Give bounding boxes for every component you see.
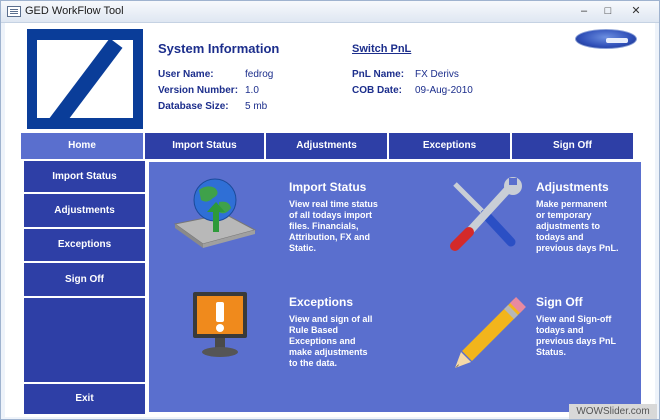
logo-inner [37, 40, 133, 118]
title-bar[interactable]: GED WorkFlow Tool – □ ✕ [1, 1, 659, 23]
maximize-button[interactable]: □ [597, 3, 619, 20]
db-size-label: Database Size: [158, 101, 229, 112]
desc-line: Rule Based [289, 325, 339, 335]
desc-line: adjustments to [536, 221, 601, 231]
desc-line: previous days PnL [536, 336, 617, 346]
desc-line: Attribution, FX and [289, 232, 370, 242]
ged-badge-logo [575, 29, 637, 49]
desc-line: files. Financials, [289, 221, 359, 231]
desc-line: View real time status [289, 199, 378, 209]
version-label: Version Number: [158, 85, 239, 96]
sign-off-title[interactable]: Sign Off [536, 295, 583, 309]
desc-line: todays and [536, 325, 584, 335]
desc-line: or temporary [536, 210, 592, 220]
tab-sign-off[interactable]: Sign Off [512, 133, 633, 159]
company-logo [27, 29, 143, 129]
pencil-icon[interactable] [449, 294, 531, 372]
system-info-header: System Information Switch PnL User Name:… [21, 27, 641, 133]
adjustments-desc: Make permanent or temporary adjustments … [536, 199, 636, 254]
form-icon [7, 6, 21, 17]
desc-line: Exceptions and [289, 336, 356, 346]
pnl-name-value: FX Derivs [415, 69, 459, 80]
desc-line: View and sign of all [289, 314, 373, 324]
desc-line: View and Sign-off [536, 314, 612, 324]
desc-line: Static. [289, 243, 317, 253]
app-window: GED WorkFlow Tool – □ ✕ System Informati… [0, 0, 660, 420]
minimize-button[interactable]: – [573, 3, 595, 20]
desc-line: of all todays import [289, 210, 373, 220]
sidebar-item-adjustments[interactable]: Adjustments [24, 194, 145, 227]
adjustments-title[interactable]: Adjustments [536, 180, 609, 194]
client-area: System Information Switch PnL User Name:… [5, 23, 655, 417]
sidebar-spacer [24, 298, 145, 382]
top-nav: Home Import Status Adjustments Exception… [21, 133, 641, 159]
import-status-desc: View real time status of all todays impo… [289, 199, 399, 254]
user-name-label: User Name: [158, 69, 214, 80]
pnl-name-label: PnL Name: [352, 69, 405, 80]
import-status-title[interactable]: Import Status [289, 180, 366, 194]
logo-slash [43, 40, 123, 118]
desc-line: previous days PnL. [536, 243, 619, 253]
user-name-value: fedrog [245, 69, 274, 80]
tab-import-status[interactable]: Import Status [145, 133, 264, 159]
tools-icon[interactable] [445, 176, 525, 252]
system-info-title: System Information [158, 41, 280, 56]
exit-button[interactable]: Exit [24, 384, 145, 414]
desc-line: Make permanent [536, 199, 608, 209]
sidebar-item-sign-off[interactable]: Sign Off [24, 263, 145, 296]
desc-line: make adjustments [289, 347, 368, 357]
warning-monitor-icon[interactable] [189, 290, 253, 362]
exceptions-title[interactable]: Exceptions [289, 295, 353, 309]
desc-line: todays and [536, 232, 584, 242]
globe-icon[interactable] [169, 174, 257, 252]
exceptions-desc: View and sign of all Rule Based Exceptio… [289, 314, 399, 369]
sidebar-item-import-status[interactable]: Import Status [24, 161, 145, 192]
tab-home[interactable]: Home [21, 133, 143, 159]
desc-line: to the data. [289, 358, 338, 368]
watermark: WOWSlider.com [569, 404, 657, 419]
desc-line: Status. [536, 347, 567, 357]
cob-date-value: 09-Aug-2010 [415, 85, 473, 96]
home-panel: Import Status View real time status of a… [149, 162, 641, 412]
db-size-value: 5 mb [245, 101, 268, 112]
sidebar-item-exceptions[interactable]: Exceptions [24, 229, 145, 261]
sign-off-desc: View and Sign-off todays and previous da… [536, 314, 636, 358]
tab-exceptions[interactable]: Exceptions [389, 133, 510, 159]
version-value: 1.0 [245, 85, 259, 96]
window-title: GED WorkFlow Tool [25, 5, 124, 17]
tab-adjustments[interactable]: Adjustments [266, 133, 387, 159]
close-button[interactable]: ✕ [621, 3, 651, 20]
switch-pnl-link[interactable]: Switch PnL [352, 43, 411, 55]
cob-date-label: COB Date: [352, 85, 403, 96]
sidebar: Import Status Adjustments Exceptions Sig… [21, 161, 148, 414]
